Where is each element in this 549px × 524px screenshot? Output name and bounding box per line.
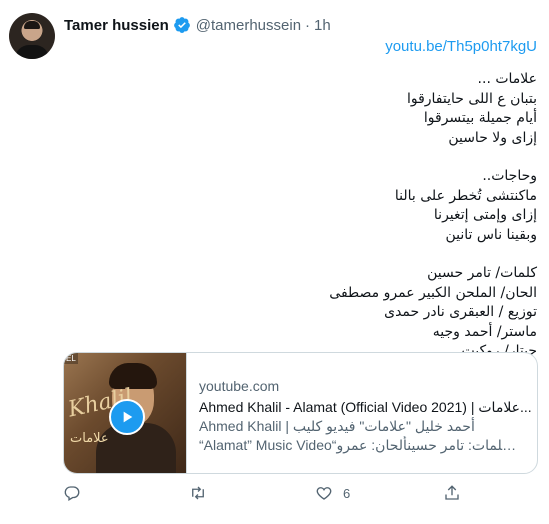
card-text[interactable]: youtube.com Ahmed Khalil - Alamat (Offic… xyxy=(187,353,537,473)
card-domain: youtube.com xyxy=(199,378,280,394)
credits: كلمات/ تامر حسين الحان/ الملحن الكبير عم… xyxy=(67,264,537,362)
text-line: إزاى ولا حاسين xyxy=(448,129,537,146)
text-line: الحان/ الملحن الكبير عمرو مصطفى xyxy=(329,284,537,301)
verified-badge-icon xyxy=(173,16,191,34)
thumb-badge: EL xyxy=(64,353,78,364)
text-line: توزيع / العبقرى نادر حمدى xyxy=(384,304,537,320)
lyrics-stanza-2: وحاجات.. ماكنتشى تُخطر على بالنا إزاى وإ… xyxy=(67,167,537,245)
text-line: وبقينا ناس تانين xyxy=(445,226,537,243)
text-line: علامات ... xyxy=(477,71,537,87)
text-line: أيام جميلة بيتسرقوا xyxy=(423,110,537,126)
retweet-button[interactable] xyxy=(189,484,217,502)
card-description-line-1: أحمد خليل "علامات" فيديو كليب | Ahmed Kh… xyxy=(199,418,475,434)
avatar[interactable] xyxy=(9,13,55,59)
card-description-line-2: “Alamat” Music Video“كلمات: تامر حسينألح… xyxy=(199,437,525,453)
tweet-body: علامات ... بتبان ع اللى حايتفارقوا أيام … xyxy=(67,70,537,381)
thumb-arabic-text: علامات xyxy=(70,431,109,446)
like-button[interactable]: 6 xyxy=(315,484,350,502)
reply-button[interactable] xyxy=(63,484,91,502)
share-icon xyxy=(445,485,459,500)
tweet-link[interactable]: youtu.be/Th5p0ht7kgU xyxy=(385,38,537,55)
like-count: 6 xyxy=(343,485,351,501)
text-line: إزاى وإمتى إتغيرنا xyxy=(433,207,537,223)
author-handle[interactable]: @tamerhussein xyxy=(196,17,301,34)
avatar-hair xyxy=(24,21,40,29)
text-line: وحاجات.. xyxy=(482,168,537,184)
text-line: ماستر/ أحمد وجيه xyxy=(432,323,537,340)
play-icon[interactable] xyxy=(109,399,145,435)
lyrics-stanza-1: علامات ... بتبان ع اللى حايتفارقوا أيام … xyxy=(67,70,537,148)
tweet-timestamp[interactable]: 1h xyxy=(314,17,331,34)
share-button[interactable] xyxy=(443,484,471,502)
avatar-shirt xyxy=(15,45,49,59)
tweet-header: Tamer hussien @tamerhussein · 1h xyxy=(64,15,331,35)
thumb-figure-hair xyxy=(109,363,157,389)
text-line: ماكنتشى تُخطر على بالنا xyxy=(394,187,537,204)
text-line: بتبان ع اللى حايتفارقوا xyxy=(406,90,537,107)
heart-icon xyxy=(316,487,332,500)
author-name[interactable]: Tamer hussien xyxy=(64,17,169,34)
video-thumbnail[interactable]: EL Khalil علامات xyxy=(64,353,187,473)
tweet[interactable]: Tamer hussien @tamerhussein · 1h youtu.b… xyxy=(0,0,549,524)
separator-dot: · xyxy=(305,16,311,34)
card-title: Ahmed Khalil - Alamat (Official Video 20… xyxy=(199,399,532,415)
text-line: كلمات/ تامر حسين xyxy=(427,265,537,281)
link-preview-card[interactable]: EL Khalil علامات youtube.com Ahmed Khali… xyxy=(63,352,538,474)
tweet-actions: 6 xyxy=(63,484,483,508)
reply-icon xyxy=(64,486,80,501)
retweet-icon xyxy=(192,486,204,500)
